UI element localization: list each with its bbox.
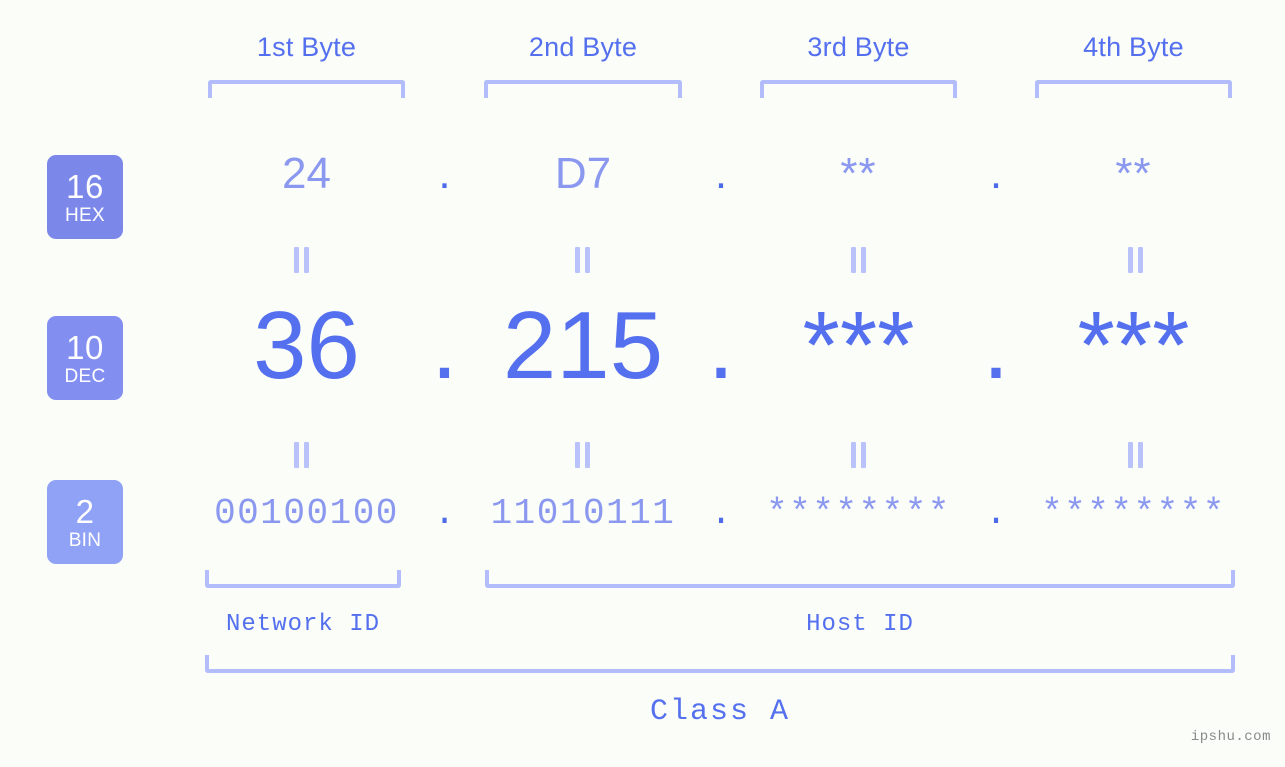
radix-badge-bin: 2 BIN	[47, 480, 123, 564]
bin-byte-4: ********	[1041, 493, 1226, 534]
bin-separator-3: .	[985, 493, 1007, 534]
dec-byte-4: ***	[1077, 292, 1190, 399]
radix-badge-dec: 10 DEC	[47, 316, 123, 400]
bin-byte-3: ********	[766, 493, 951, 534]
equality-mark-hex-dec-3	[851, 247, 867, 273]
hex-byte-2: D7	[554, 149, 612, 198]
radix-badge-bin-number: 2	[75, 492, 95, 530]
equality-mark-dec-bin-1	[294, 442, 310, 468]
radix-badge-dec-number: 10	[66, 328, 104, 366]
byte-bracket-top-4	[1035, 80, 1232, 98]
dec-separator-1: .	[431, 292, 458, 399]
hex-separator-3: .	[989, 149, 1003, 198]
dec-byte-3: ***	[802, 292, 915, 399]
dec-byte-2: 215	[502, 292, 664, 399]
byte-bracket-top-3	[760, 80, 957, 98]
network-id-label: Network ID	[225, 611, 381, 638]
hex-byte-3: **	[840, 149, 877, 198]
equality-mark-dec-bin-2	[575, 442, 591, 468]
hex-separator-1: .	[438, 149, 451, 198]
bin-separator-1: .	[433, 493, 456, 534]
equality-mark-hex-dec-4	[1128, 247, 1144, 273]
hex-byte-1: 24	[282, 149, 331, 198]
byte-header-3: 3rd Byte	[807, 32, 910, 62]
hex-separator-2: .	[714, 149, 728, 198]
site-watermark: ipshu.com	[1190, 729, 1271, 745]
byte-header-4: 4th Byte	[1083, 32, 1184, 62]
host-id-label: Host ID	[806, 611, 914, 638]
equality-mark-hex-dec-2	[575, 247, 591, 273]
radix-badge-hex-number: 16	[66, 167, 104, 205]
network-id-bracket	[205, 570, 401, 588]
byte-header-2: 2nd Byte	[528, 32, 638, 62]
radix-badge-bin-name: BIN	[68, 529, 102, 551]
radix-badge-hex: 16 HEX	[47, 155, 123, 239]
class-label: Class A	[649, 695, 791, 729]
bin-byte-1: 00100100	[214, 493, 399, 534]
bin-byte-2: 11010111	[490, 493, 676, 534]
radix-badge-dec-name: DEC	[64, 365, 106, 387]
byte-bracket-top-1	[208, 80, 405, 98]
hex-byte-4: **	[1115, 149, 1152, 198]
byte-bracket-top-2	[484, 80, 682, 98]
byte-header-1: 1st Byte	[256, 32, 357, 62]
class-bracket	[205, 655, 1235, 673]
ip-byte-breakdown-diagram: 1st Byte 2nd Byte 3rd Byte 4th Byte 16 H…	[0, 0, 1285, 767]
radix-badge-hex-name: HEX	[65, 204, 105, 226]
equality-mark-dec-bin-3	[851, 442, 867, 468]
host-id-bracket	[485, 570, 1235, 588]
dec-byte-1: 36	[253, 292, 360, 399]
equality-mark-hex-dec-1	[294, 247, 310, 273]
bin-separator-2: .	[710, 493, 732, 534]
equality-mark-dec-bin-4	[1128, 442, 1144, 468]
